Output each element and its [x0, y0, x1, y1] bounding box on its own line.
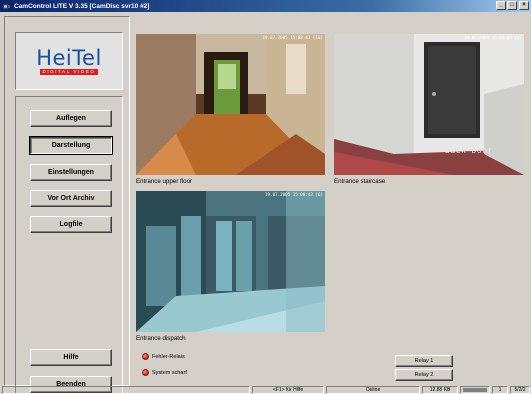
connection-status: Online — [326, 386, 420, 394]
camera-scene-text: Back Door — [445, 146, 493, 155]
fehler-relais-indicator: Fehler-Relais — [142, 353, 185, 360]
maximize-button[interactable]: □ — [507, 1, 517, 10]
status-led-icon — [142, 353, 149, 360]
camera-label-dispatch: Entrance dispatch — [136, 335, 186, 342]
system-scharf-label: System scharf — [152, 369, 187, 376]
activity-meter — [460, 386, 490, 394]
minimize-button[interactable]: _ — [496, 1, 506, 10]
darstellung-button[interactable]: Darstellung — [30, 137, 112, 154]
window-title: CamControl LITE V 3.35 [CamDisc svr10 #2… — [14, 2, 150, 10]
data-size: 12.88 KB — [422, 386, 458, 394]
camera-view-staircase[interactable]: 19.07.2005 15:08:43 [4] Back Door — [334, 34, 524, 175]
relay-1-button[interactable]: Relay 1 — [395, 355, 453, 367]
page-indicator: 5/2/2 — [510, 386, 530, 394]
relay-2-button[interactable]: Relay 2 — [395, 369, 453, 381]
sidebar: HeiTel DIGITAL VIDEO Auflegen Darstellun… — [4, 16, 130, 394]
camera-label-upper-floor: Entrance upper floor — [136, 178, 193, 185]
logfile-button[interactable]: Logfile — [30, 216, 112, 233]
camera-timestamp: 19.07.2005 15:08:41 [10] — [262, 35, 323, 40]
status-bar: <F1> für Hilfe Online 12.88 KB 1 5/2/2 — [0, 386, 531, 394]
help-button[interactable]: Hilfe — [30, 349, 112, 366]
activity-bar — [463, 388, 487, 392]
logo-tagline: DIGITAL VIDEO — [40, 69, 98, 75]
title-bar: CamControl LITE V 3.35 [CamDisc svr10 #2… — [0, 0, 531, 12]
camera-timestamp: 19.07.2005 15:08:43 [4] — [464, 35, 522, 40]
camera-view-dispatch[interactable]: 19.07.2005 15:08:43 [6] — [136, 191, 325, 332]
help-hint: <F1> für Hilfe — [252, 386, 324, 394]
fehler-relais-label: Fehler-Relais — [152, 353, 185, 360]
camera-timestamp: 19.07.2005 15:08:43 [6] — [265, 192, 323, 197]
nav-panel: Auflegen Darstellung Einstellungen Vor O… — [15, 96, 123, 394]
camera-label-staircase: Entrance staircase — [334, 178, 386, 185]
vor-ort-archiv-button[interactable]: Vor Ort Archiv — [30, 190, 112, 207]
close-button[interactable]: × — [519, 1, 529, 10]
status-panel-empty — [2, 386, 250, 394]
status-led-icon — [142, 369, 149, 376]
app-icon — [3, 3, 10, 9]
auflegen-button[interactable]: Auflegen — [30, 110, 112, 127]
logo: HeiTel DIGITAL VIDEO — [15, 32, 123, 90]
system-scharf-indicator: System scharf — [142, 369, 187, 376]
camera-view-upper-floor[interactable]: 19.07.2005 15:08:41 [10] — [136, 34, 325, 175]
einstellungen-button[interactable]: Einstellungen — [30, 164, 112, 181]
count-value: 1 — [492, 386, 508, 394]
logo-name: HeiTel — [36, 46, 102, 70]
